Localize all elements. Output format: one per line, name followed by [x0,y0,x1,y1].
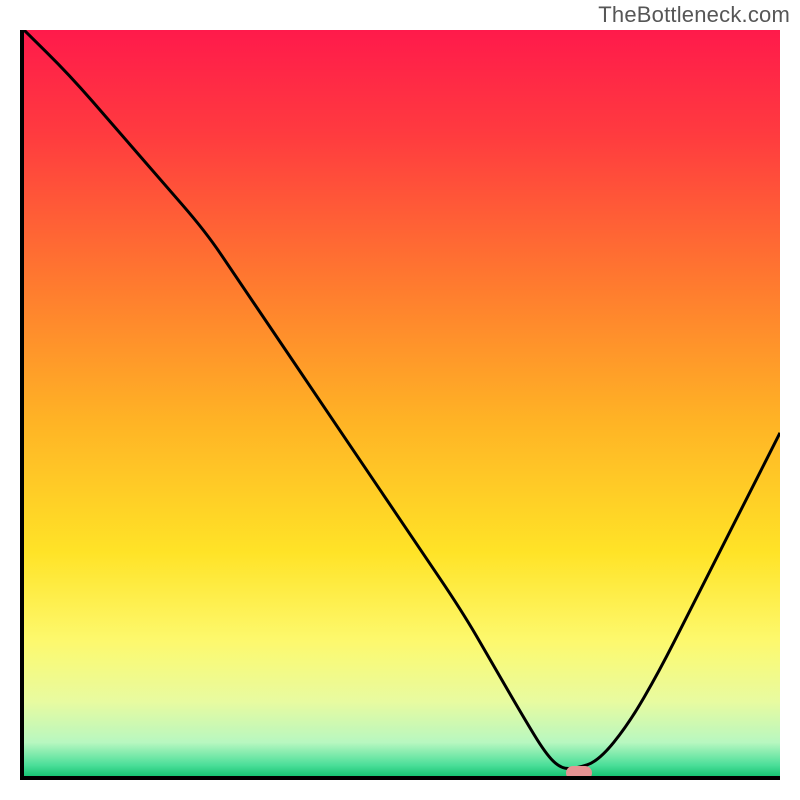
bottleneck-curve [24,30,780,769]
chart-container: TheBottleneck.com [0,0,800,800]
optimal-point-marker [566,766,593,780]
plot-area [20,30,780,780]
curve-layer [24,30,780,776]
watermark-text: TheBottleneck.com [598,2,790,28]
